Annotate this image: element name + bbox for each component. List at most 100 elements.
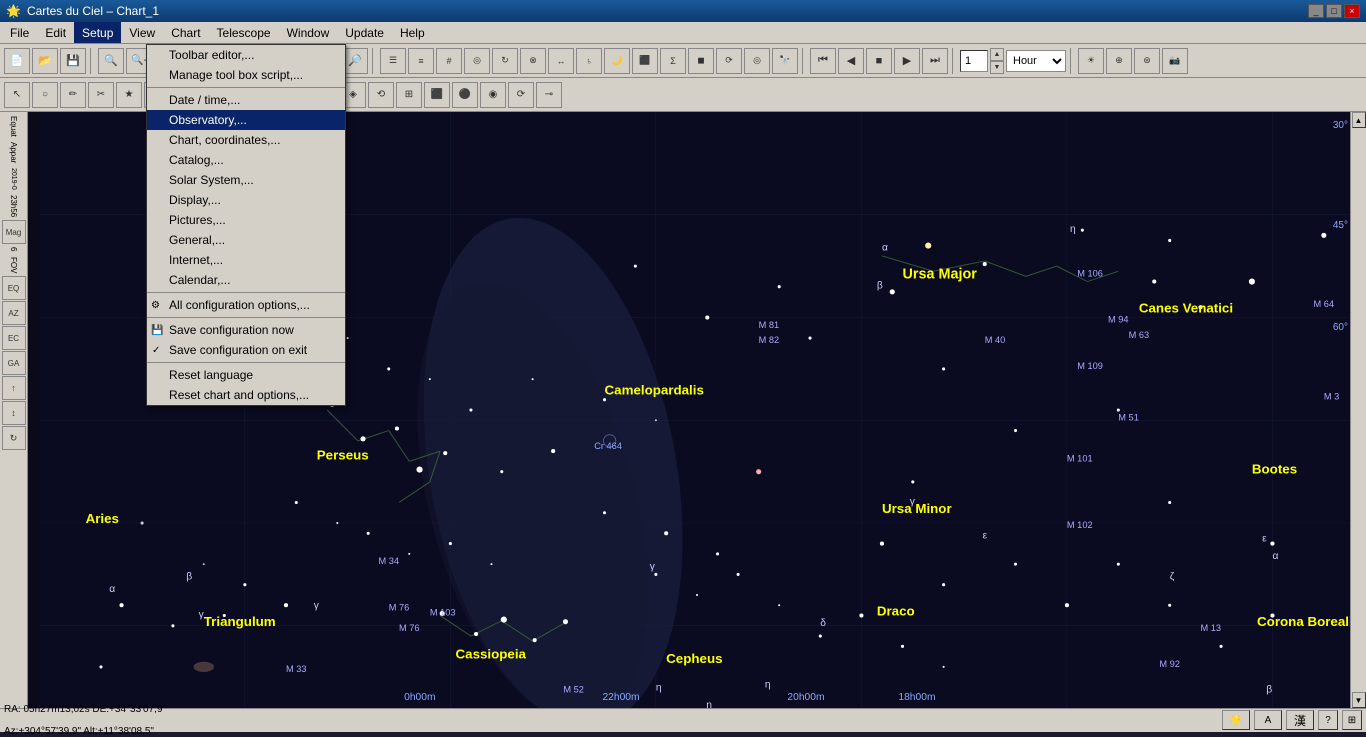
north-button[interactable]: ⊕ (1106, 48, 1132, 74)
svg-text:M 102: M 102 (1067, 520, 1093, 530)
dd-general[interactable]: General,... (147, 230, 345, 250)
menu-chart[interactable]: Chart (163, 22, 208, 43)
stop-button[interactable]: ■ (866, 48, 892, 74)
draw8-button[interactable]: ⟲ (368, 82, 394, 108)
eq-side-button[interactable]: EQ (2, 276, 26, 300)
prev-fast-button[interactable]: ⏮ (810, 48, 836, 74)
step-input[interactable]: 1 (960, 50, 988, 72)
menu-update[interactable]: Update (337, 22, 392, 43)
dd-chart-coords[interactable]: Chart, coordinates,... (147, 130, 345, 150)
draw12-button[interactable]: ◉ (480, 82, 506, 108)
fov-button[interactable]: ◎ (744, 48, 770, 74)
open-button[interactable]: 📂 (32, 48, 58, 74)
new-chart-button[interactable]: 📄 (4, 48, 30, 74)
dd-reset-chart[interactable]: Reset chart and options,... (147, 385, 345, 405)
dd-all-config[interactable]: ⚙ All configuration options,... (147, 295, 345, 315)
menu-setup[interactable]: Setup Toolbar editor,... Manage tool box… (74, 22, 121, 43)
svg-text:M 13: M 13 (1201, 623, 1222, 633)
dd-internet[interactable]: Internet,... (147, 250, 345, 270)
ec-side-button[interactable]: EC (2, 326, 26, 350)
date-label: 2019-0 (10, 166, 17, 192)
eraser-button[interactable]: ✂ (88, 82, 114, 108)
scroll-up-button[interactable]: ▲ (1352, 112, 1366, 128)
print-button[interactable]: ⬛ (632, 48, 658, 74)
next-button[interactable]: ▶ (894, 48, 920, 74)
catalog-button[interactable]: ☰ (380, 48, 406, 74)
dd-display[interactable]: Display,... (147, 190, 345, 210)
draw14-button[interactable]: ⊸ (536, 82, 562, 108)
minimize-button[interactable]: _ (1308, 4, 1324, 18)
grid-button[interactable]: # (436, 48, 462, 74)
zoom-in-button[interactable]: 🔍 (98, 48, 124, 74)
next-fast-button[interactable]: ⏭ (922, 48, 948, 74)
dd-reset-lang[interactable]: Reset language (147, 365, 345, 385)
menu-telescope[interactable]: Telescope (209, 22, 279, 43)
svg-text:ε: ε (1262, 534, 1267, 545)
draw9-button[interactable]: ⊞ (396, 82, 422, 108)
ga-side-button[interactable]: GA (2, 351, 26, 375)
dd-observatory[interactable]: Observatory,... (147, 110, 345, 130)
step-down-button[interactable]: ▼ (990, 61, 1004, 74)
save-button[interactable]: 💾 (60, 48, 86, 74)
filter-button[interactable]: ⊗ (520, 48, 546, 74)
object-button[interactable]: ★ (116, 82, 142, 108)
draw11-button[interactable]: ⚫ (452, 82, 478, 108)
freehand-button[interactable]: ✏ (60, 82, 86, 108)
dd-save-exit[interactable]: ✓ Save configuration on exit (147, 340, 345, 360)
night-button[interactable]: 🌙 (604, 48, 630, 74)
svg-text:Ursa Major: Ursa Major (903, 266, 978, 282)
help-button[interactable]: ? (1318, 710, 1338, 730)
scope-button[interactable]: 🔭 (772, 48, 798, 74)
az-side-button[interactable]: AZ (2, 301, 26, 325)
mag-button[interactable]: Mag (2, 220, 26, 244)
step-up-button[interactable]: ▲ (990, 48, 1004, 61)
north-side-button[interactable]: ↑ (2, 376, 26, 400)
flip-side-button[interactable]: ↕ (2, 401, 26, 425)
lang-a-button[interactable]: A (1254, 710, 1282, 730)
svg-text:Bootes: Bootes (1252, 462, 1297, 477)
dd-toolbar-editor[interactable]: Toolbar editor,... (147, 45, 345, 65)
goto-button[interactable]: ⊛ (1134, 48, 1160, 74)
restore-button[interactable]: □ (1326, 4, 1342, 18)
lang-kanji-button[interactable]: 漢 (1286, 710, 1314, 730)
dd-catalog[interactable]: Catalog,... (147, 150, 345, 170)
dd-save-now[interactable]: 💾 Save configuration now (147, 320, 345, 340)
menu-edit[interactable]: Edit (37, 22, 74, 43)
dd-manage-toolbox[interactable]: Manage tool box script,... (147, 65, 345, 85)
menu-file[interactable]: File (2, 22, 37, 43)
svg-text:Ursa Minor: Ursa Minor (882, 501, 952, 516)
star-catalog-button[interactable]: 🌟 (1222, 710, 1250, 730)
dd-date-time[interactable]: Date / time,... (147, 90, 345, 110)
measure-button[interactable]: ↔ (548, 48, 574, 74)
right-scrollbar[interactable]: ▲ ▼ (1350, 112, 1366, 708)
scroll-down-button[interactable]: ▼ (1352, 692, 1366, 708)
close-button[interactable]: × (1344, 4, 1360, 18)
photo-button[interactable]: 📷 (1162, 48, 1188, 74)
list-button[interactable]: ≡ (408, 48, 434, 74)
window-title: Cartes du Ciel – Chart_1 (27, 4, 159, 18)
rotate-button[interactable]: ↻ (492, 48, 518, 74)
menu-view[interactable]: View (121, 22, 163, 43)
info-button[interactable]: Σ (660, 48, 686, 74)
svg-text:β: β (877, 281, 883, 292)
planet-button[interactable]: ♄ (576, 48, 602, 74)
menu-window[interactable]: Window (279, 22, 338, 43)
dd-pictures[interactable]: Pictures,... (147, 210, 345, 230)
svg-text:Triangulum: Triangulum (204, 614, 276, 629)
pointer-button[interactable]: ↖ (4, 82, 30, 108)
circle-button[interactable]: ○ (32, 82, 58, 108)
rotate-side-button[interactable]: ↻ (2, 426, 26, 450)
prev-button[interactable]: ◀ (838, 48, 864, 74)
copy-button[interactable]: ◼ (688, 48, 714, 74)
draw10-button[interactable]: ⬛ (424, 82, 450, 108)
svg-text:α: α (882, 243, 888, 254)
dd-solar-system[interactable]: Solar System,... (147, 170, 345, 190)
sun-button[interactable]: ☀ (1078, 48, 1104, 74)
resize-button[interactable]: ⊞ (1342, 710, 1362, 730)
dd-calendar[interactable]: Calendar,... (147, 270, 345, 290)
draw13-button[interactable]: ⟳ (508, 82, 534, 108)
eq-button[interactable]: ⟳ (716, 48, 742, 74)
target-button[interactable]: ◎ (464, 48, 490, 74)
time-unit-select[interactable]: Hour Minute Day (1006, 50, 1066, 72)
menu-help[interactable]: Help (392, 22, 433, 43)
